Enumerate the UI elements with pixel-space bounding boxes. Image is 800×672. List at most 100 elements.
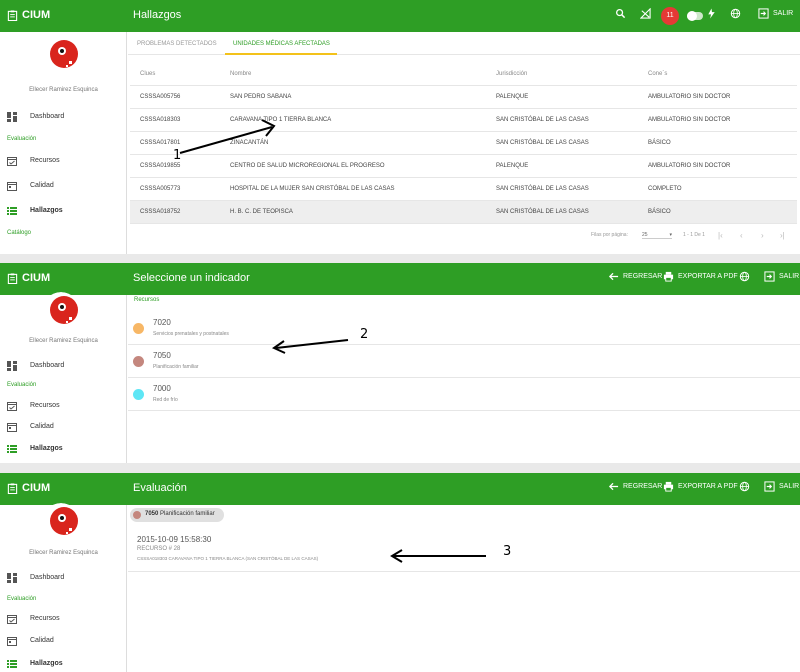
avatar <box>42 292 80 330</box>
sidebar: Ellecer Ramirez Esquinca Dashboard Evalu… <box>0 503 127 672</box>
top-app-bar: CIUM Hallazgos 11 SALIR <box>0 0 800 32</box>
brand[interactable]: CIUM <box>7 272 50 284</box>
cell-cones: AMBULATORIO SIN DOCTOR <box>638 85 797 109</box>
top-app-bar: CIUM Evaluación REGRESAR EXPORTAR A PDF … <box>0 473 800 505</box>
globe-icon <box>730 8 741 19</box>
signal-icon <box>640 8 651 19</box>
sidebar-item-hallazgos[interactable]: Hallazgos <box>0 202 127 220</box>
section-recursos: Recursos <box>134 297 160 303</box>
table-header-row: Clues Nombre Jurisdicción Cone´s <box>130 63 797 86</box>
sidebar-item-calidad[interactable]: Calidad <box>0 632 127 650</box>
screenshot-evaluacion: CIUM Evaluación REGRESAR EXPORTAR A PDF … <box>0 473 800 672</box>
chip-name: Planificación familiar <box>160 511 215 517</box>
indicator-code: 7050 <box>153 351 171 360</box>
indicator-color-dot <box>133 389 144 400</box>
export-pdf-button[interactable]: EXPORTAR A PDF <box>663 271 738 282</box>
next-page-button[interactable]: › <box>761 231 764 240</box>
tab-problemas-detectados[interactable]: PROBLEMAS DETECTADOS <box>137 41 217 47</box>
cell-nombre: H. B. C. DE TEOPISCA <box>220 200 486 224</box>
mode-toggle[interactable] <box>687 11 703 21</box>
column-header[interactable]: Clues <box>130 63 220 86</box>
last-page-button[interactable]: ›| <box>780 231 785 240</box>
search-button[interactable] <box>615 8 626 19</box>
indicator-item[interactable]: 7050 Planificación familiar <box>128 345 800 378</box>
column-header[interactable]: Cone´s <box>638 63 797 86</box>
indicator-chip[interactable]: 7050 Planificación familiar <box>130 508 224 522</box>
logout-label: SALIR <box>779 273 800 280</box>
sidebar-item-dashboard[interactable]: Dashboard <box>0 357 127 375</box>
export-pdf-button[interactable]: EXPORTAR A PDF <box>663 481 738 492</box>
tab-unidades-afectadas[interactable]: UNIDADES MÉDICAS AFECTADAS <box>233 41 330 47</box>
section-evaluacion: Evaluación <box>7 136 37 142</box>
logout-button[interactable]: SALIR <box>758 8 793 19</box>
section-evaluacion: Evaluación <box>7 596 37 602</box>
brand-name: CIUM <box>22 272 51 284</box>
language-button[interactable] <box>739 481 750 492</box>
indicator-item[interactable]: 7000 Red de frío <box>128 378 800 411</box>
calendar-icon <box>7 423 17 432</box>
entry-description: CSSSA018303 CARAVANA TIPO 1 TIERRA BLANC… <box>137 556 319 561</box>
sidebar-item-calidad[interactable]: Calidad <box>0 177 127 195</box>
indicator-name: Red de frío <box>153 397 178 403</box>
back-button[interactable]: REGRESAR <box>608 271 662 282</box>
page-title: Seleccione un indicador <box>133 272 250 284</box>
back-button[interactable]: REGRESAR <box>608 481 662 492</box>
user-name: Ellecer Ramirez Esquinca <box>29 338 98 344</box>
screenshot-seleccione-indicador: CIUM Seleccione un indicador REGRESAR EX… <box>0 263 800 463</box>
sidebar-item-dashboard[interactable]: Dashboard <box>0 108 127 126</box>
sidebar-item-label: Dashboard <box>30 574 65 581</box>
sidebar-item-recursos[interactable]: Recursos <box>0 610 127 628</box>
brand[interactable]: CIUM <box>7 482 50 494</box>
language-button[interactable] <box>730 8 741 19</box>
rows-per-page-select[interactable]: 25 ▾ <box>642 232 672 239</box>
first-page-button[interactable]: |‹ <box>718 231 723 240</box>
column-header[interactable]: Nombre <box>220 63 486 86</box>
prev-page-button[interactable]: ‹ <box>740 231 743 240</box>
indicator-color-dot <box>133 356 144 367</box>
avatar <box>42 503 80 541</box>
calendar-icon <box>7 182 17 191</box>
logout-label: SALIR <box>773 10 794 17</box>
sidebar-item-label: Hallazgos <box>30 445 63 452</box>
rows-per-page-value: 25 <box>642 232 648 238</box>
cell-cones: BÁSICO <box>638 131 797 155</box>
table-row[interactable]: CSSSA005756 SAN PEDRO SABANA PALENQUE AMBUL… <box>130 85 797 109</box>
indicator-item[interactable]: 7020 Servicios prenatales y postnatales <box>128 312 800 345</box>
sidebar-item-calidad[interactable]: Calidad <box>0 418 127 436</box>
cell-clues: CSSSA005756 <box>130 85 220 109</box>
indicator-color-dot <box>133 511 141 519</box>
first-page-icon: |‹ <box>718 231 723 240</box>
column-header[interactable]: Jurisdicción <box>486 63 638 86</box>
table-row-selected[interactable]: CSSSA018752 H. B. C. DE TEOPISCA SAN CRIST… <box>130 200 797 224</box>
sidebar-item-hallazgos[interactable]: Hallazgos <box>0 655 127 672</box>
network-button[interactable] <box>640 8 651 19</box>
sidebar-item-recursos[interactable]: Recursos <box>0 152 127 170</box>
notifications-badge[interactable]: 11 <box>661 7 679 25</box>
sidebar-item-recursos[interactable]: Recursos <box>0 397 127 415</box>
sidebar-item-hallazgos[interactable]: Hallazgos <box>0 440 127 458</box>
print-icon <box>663 481 674 492</box>
cell-jurisdiccion: PALENQUE <box>486 154 638 178</box>
globe-icon <box>739 481 750 492</box>
sidebar-item-dashboard[interactable]: Dashboard <box>0 569 127 587</box>
clipboard-icon <box>7 482 18 494</box>
cell-clues: CSSSA005773 <box>130 177 220 201</box>
top-app-bar: CIUM Seleccione un indicador REGRESAR EX… <box>0 263 800 295</box>
sidebar: Ellecer Ramirez Esquinca Dashboard Evalu… <box>0 292 127 463</box>
flash-button[interactable] <box>706 8 717 19</box>
exit-icon <box>758 8 769 19</box>
screenshot-hallazgos: CIUM Hallazgos 11 SALIR Ellecer Ramirez … <box>0 0 800 254</box>
table-row[interactable]: CSSSA005773 HOSPITAL DE LA MUJER SAN CRIS… <box>130 177 797 201</box>
sidebar-item-label: Dashboard <box>30 113 65 120</box>
flash-icon <box>708 8 715 19</box>
sidebar-item-label: Hallazgos <box>30 660 63 667</box>
logout-button[interactable]: SALIR <box>764 271 799 282</box>
list-icon <box>7 207 17 215</box>
main-content: Recursos 7020 Servicios prenatales y pos… <box>128 295 800 463</box>
logout-button[interactable]: SALIR <box>764 481 799 492</box>
brand[interactable]: CIUM <box>7 9 50 21</box>
cell-jurisdiccion: SAN CRISTÓBAL DE LAS CASAS <box>486 177 638 201</box>
language-button[interactable] <box>739 271 750 282</box>
sidebar-item-label: Recursos <box>30 402 60 409</box>
sidebar-item-label: Calidad <box>30 182 54 189</box>
